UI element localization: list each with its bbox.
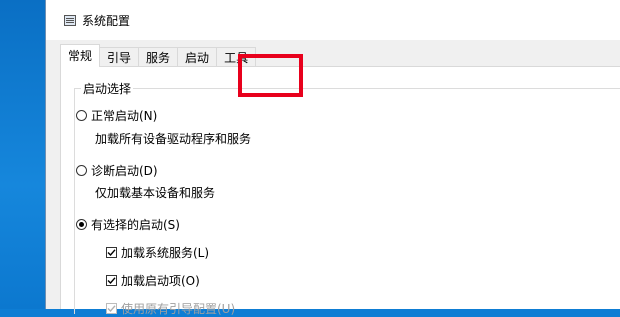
- load-system-services-checkbox[interactable]: 加载系统服务(L): [106, 244, 209, 261]
- dialog-body: 常规 引导 服务 启动 工具 启动选择 正常启动(N) 加载所有设备驱动程序和服…: [46, 40, 620, 316]
- radio-button[interactable]: [76, 165, 87, 176]
- tab-general[interactable]: 常规: [60, 44, 101, 67]
- startup-selection-group: 启动选择 正常启动(N) 加载所有设备驱动程序和服务 诊断启动(D) 仅加载基本…: [74, 80, 620, 316]
- tab-strip: 常规 引导 服务 启动 工具: [60, 44, 257, 67]
- diagnostic-startup-radio[interactable]: 诊断启动(D): [76, 162, 158, 179]
- tab-boot[interactable]: 引导: [99, 47, 140, 67]
- diagnostic-startup-description: 仅加载基本设备和服务: [95, 186, 216, 200]
- title-bar[interactable]: 系统配置: [46, 0, 620, 40]
- msconfig-icon: [64, 15, 76, 26]
- diagnostic-startup-label: 诊断启动(D): [91, 164, 158, 178]
- group-title: 启动选择: [81, 80, 134, 97]
- general-tab-panel: 启动选择 正常启动(N) 加载所有设备驱动程序和服务 诊断启动(D) 仅加载基本…: [60, 54, 620, 316]
- checkmark-icon: [107, 277, 116, 285]
- load-system-services-label: 加载系统服务(L): [121, 246, 210, 260]
- selective-startup-radio[interactable]: 有选择的启动(S): [76, 216, 180, 233]
- load-startup-items-checkbox[interactable]: 加载启动项(O): [106, 272, 200, 289]
- radio-button-selected[interactable]: [76, 219, 87, 230]
- selective-startup-label: 有选择的启动(S): [91, 218, 180, 232]
- normal-startup-radio[interactable]: 正常启动(N): [76, 107, 157, 124]
- checkbox[interactable]: [106, 275, 117, 286]
- checkbox[interactable]: [106, 247, 117, 258]
- window-title: 系统配置: [82, 14, 131, 28]
- system-configuration-window: 系统配置 常规 引导 服务 启动 工具 启动选择 正常启动(N) 加载所有设备驱…: [45, 0, 620, 316]
- tools-tab-highlight: [238, 54, 303, 97]
- tab-services[interactable]: 服务: [138, 47, 179, 67]
- tab-startup[interactable]: 启动: [177, 47, 218, 67]
- checkmark-icon: [107, 249, 116, 257]
- load-startup-items-label: 加载启动项(O): [121, 274, 200, 288]
- radio-button[interactable]: [76, 110, 87, 121]
- normal-startup-label: 正常启动(N): [91, 109, 158, 123]
- normal-startup-description: 加载所有设备驱动程序和服务: [95, 132, 252, 146]
